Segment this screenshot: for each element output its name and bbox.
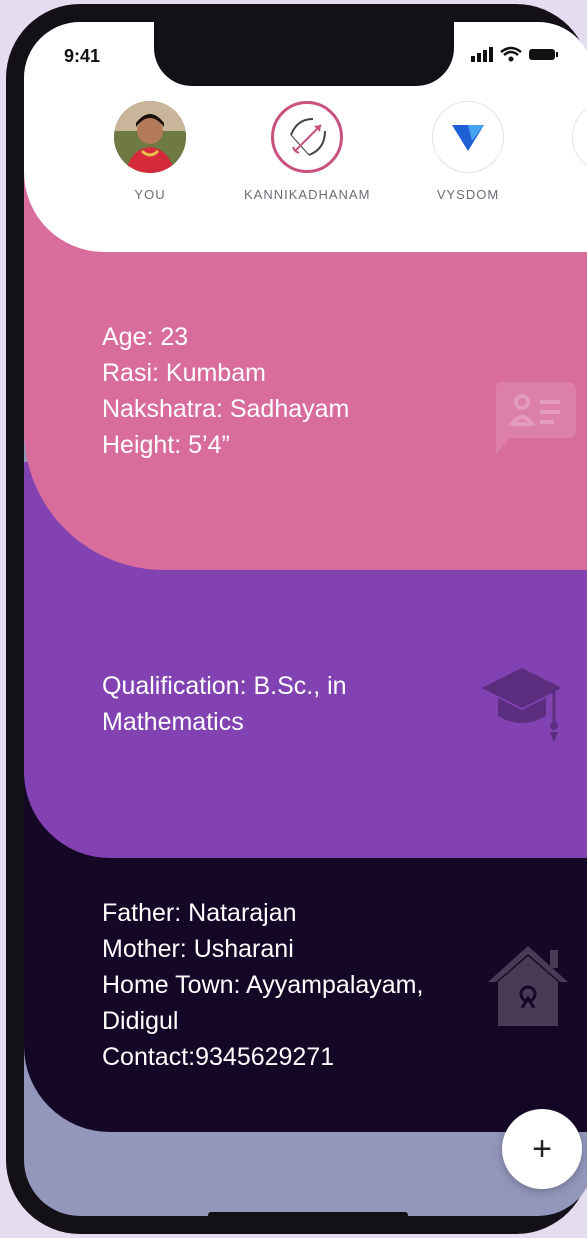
hometown-text: Home Town: Ayyampalayam, bbox=[102, 971, 424, 999]
hometown-text-cont: Didigul bbox=[102, 1007, 179, 1035]
story-ring bbox=[572, 101, 587, 173]
father-text: Father: Natarajan bbox=[102, 899, 297, 927]
bow-arrow-icon bbox=[290, 118, 327, 156]
vysdom-logo-icon bbox=[452, 125, 484, 151]
story-more[interactable] bbox=[572, 101, 587, 173]
story-label: VYSDOM bbox=[436, 187, 500, 202]
education-text: Qualification: B.Sc., in Mathematics bbox=[102, 668, 347, 740]
status-icons bbox=[471, 44, 563, 69]
story-you[interactable]: YOU bbox=[114, 101, 186, 202]
add-button[interactable]: + bbox=[502, 1109, 582, 1189]
story-ring bbox=[432, 101, 504, 173]
phone-frame: 9:41 YOU KANNIKADHANAM VYSDOM Age: 23 Ra… bbox=[6, 4, 587, 1234]
wifi-icon bbox=[500, 46, 522, 62]
family-text: Father: Natarajan Mother: Usharani Home … bbox=[102, 895, 423, 1075]
id-card-chat-icon bbox=[496, 382, 576, 454]
story-label: KANNIKADHANAM bbox=[244, 187, 371, 202]
age-text: Age: 23 bbox=[102, 323, 189, 351]
story-kannikadhanam[interactable]: KANNIKADHANAM bbox=[244, 101, 370, 202]
device-notch bbox=[154, 22, 454, 86]
contact-text: Contact:9345629271 bbox=[102, 1043, 335, 1071]
graduation-cap-icon bbox=[482, 668, 562, 742]
qualification-text-cont: Mathematics bbox=[102, 708, 244, 736]
avatar bbox=[114, 101, 186, 173]
stories-row: YOU KANNIKADHANAM VYSDOM bbox=[24, 101, 587, 228]
profile-photo bbox=[114, 101, 186, 173]
home-icon bbox=[488, 946, 568, 1026]
signal-icon bbox=[471, 47, 493, 62]
story-ring bbox=[271, 101, 344, 173]
rasi-text: Rasi: Kumbam bbox=[102, 359, 266, 387]
home-indicator bbox=[208, 1212, 408, 1218]
basic-info-text: Age: 23 Rasi: Kumbam Nakshatra: Sadhayam… bbox=[102, 319, 349, 463]
story-vysdom[interactable]: VYSDOM bbox=[432, 101, 504, 202]
status-time: 9:41 bbox=[64, 46, 101, 66]
qualification-text: Qualification: B.Sc., in bbox=[102, 672, 347, 700]
nakshatra-text: Nakshatra: Sadhayam bbox=[102, 395, 350, 423]
mother-text: Mother: Usharani bbox=[102, 935, 294, 963]
battery-icon bbox=[529, 49, 558, 60]
height-text: Height: 5’4” bbox=[102, 431, 230, 459]
app-screen: 9:41 YOU KANNIKADHANAM VYSDOM Age: 23 Ra… bbox=[24, 22, 587, 1216]
story-label: YOU bbox=[134, 187, 166, 202]
